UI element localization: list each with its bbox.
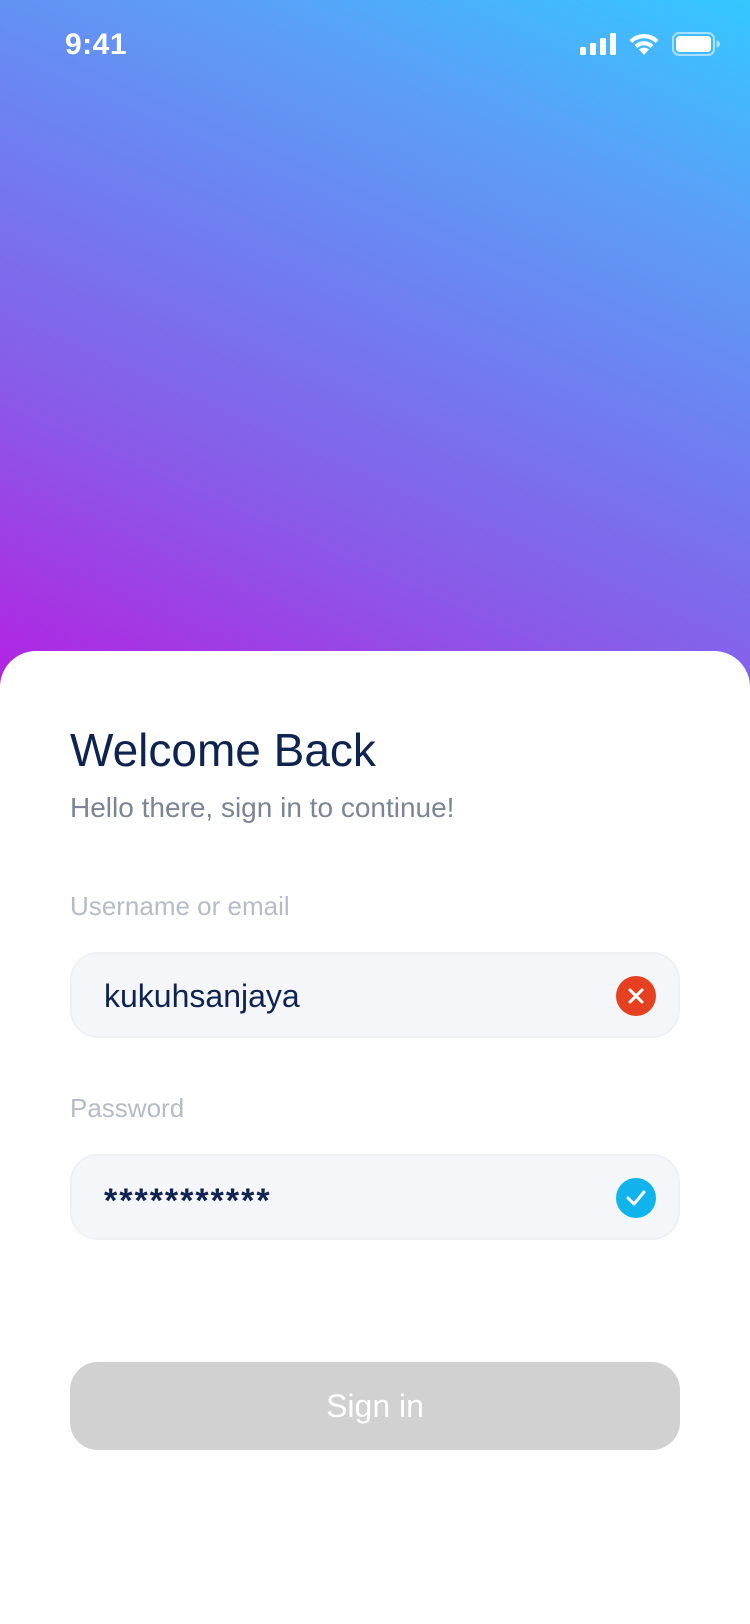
status-icons — [580, 32, 720, 61]
username-value: kukuhsanjaya — [104, 978, 300, 1014]
wifi-icon — [628, 32, 660, 61]
username-label: Username or email — [70, 891, 290, 921]
page-title: Welcome Back — [70, 724, 376, 776]
battery-icon — [672, 32, 720, 61]
header-gradient — [0, 0, 750, 700]
page-subtitle: Hello there, sign in to continue! — [70, 792, 455, 823]
password-field[interactable]: *********** — [70, 1154, 680, 1240]
cellular-signal-icon — [580, 33, 616, 60]
checkmark-icon — [616, 1178, 656, 1218]
login-card: Welcome Back Hello there, sign in to con… — [0, 651, 750, 1624]
status-bar: 9:41 — [0, 0, 750, 92]
username-field[interactable]: kukuhsanjaya — [70, 952, 680, 1038]
status-time: 9:41 — [65, 28, 128, 61]
clear-icon[interactable] — [616, 976, 656, 1016]
password-label: Password — [70, 1093, 185, 1123]
password-value: *********** — [104, 1182, 272, 1220]
sign-in-button[interactable]: Sign in — [70, 1362, 680, 1450]
